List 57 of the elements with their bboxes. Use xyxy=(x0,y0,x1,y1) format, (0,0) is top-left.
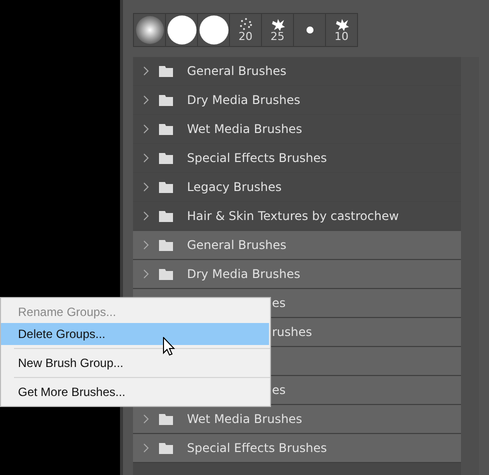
splatter-brush-icon xyxy=(334,18,348,30)
splatter-brush-icon xyxy=(270,18,284,30)
hard-brush-icon xyxy=(166,15,196,45)
folder-icon xyxy=(159,442,173,454)
group-name: Dry Media Brushes xyxy=(187,93,300,107)
group-name: General Brushes xyxy=(187,238,286,252)
group-name: rushes xyxy=(272,325,312,339)
group-name: es xyxy=(272,383,286,397)
brush-preset[interactable]: 10 xyxy=(326,14,357,46)
menu-item[interactable]: New Brush Group... xyxy=(1,352,269,374)
brush-group-row[interactable]: Wet Media Brushes xyxy=(133,405,461,434)
chevron-icon xyxy=(143,124,149,134)
hard-brush-icon xyxy=(198,15,228,45)
chevron-icon xyxy=(143,66,149,76)
group-name: Dry Media Brushes xyxy=(187,267,300,281)
dot-brush-icon xyxy=(306,26,314,34)
brush-size: 10 xyxy=(334,30,348,42)
brush-group-row[interactable]: Dry Media Brushes xyxy=(133,260,461,289)
folder-icon xyxy=(159,210,173,222)
menu-item[interactable]: Delete Groups... xyxy=(1,323,269,345)
folder-icon xyxy=(159,152,173,164)
chevron-icon xyxy=(143,240,149,250)
group-name: es xyxy=(272,296,286,310)
brush-size: 25 xyxy=(270,30,284,42)
chevron-icon xyxy=(143,443,149,453)
cursor-icon xyxy=(163,337,175,356)
group-name: Wet Media Brushes xyxy=(187,412,302,426)
group-name: Wet Media Brushes xyxy=(187,122,302,136)
folder-icon xyxy=(159,268,173,280)
folder-icon xyxy=(159,94,173,106)
brush-preset[interactable]: 25 xyxy=(262,14,294,46)
group-name: General Brushes xyxy=(187,64,286,78)
folder-icon xyxy=(159,240,173,250)
scatter-brush-icon xyxy=(238,17,252,31)
brush-preset[interactable] xyxy=(134,14,166,46)
brush-preset[interactable] xyxy=(166,14,198,46)
folder-icon xyxy=(159,182,173,192)
folder-icon xyxy=(159,124,173,134)
chevron-icon xyxy=(143,95,149,105)
brush-size: 20 xyxy=(238,31,252,43)
brush-group-row[interactable]: General Brushes xyxy=(133,231,461,260)
chevron-icon xyxy=(143,211,149,221)
chevron-icon xyxy=(143,182,149,192)
folder-icon xyxy=(159,66,173,76)
brush-group-row[interactable]: Special Effects Brushes xyxy=(133,434,461,463)
group-name: Legacy Brushes xyxy=(187,180,282,194)
brush-preset[interactable]: 20 xyxy=(230,14,262,46)
group-name: Hair & Skin Textures by castrochew xyxy=(187,209,399,223)
brush-preset[interactable] xyxy=(198,14,230,46)
chevron-icon xyxy=(143,153,149,163)
chevron-icon xyxy=(143,269,149,279)
chevron-icon xyxy=(143,414,149,424)
group-name: Special Effects Brushes xyxy=(187,441,327,455)
soft-brush-icon xyxy=(136,16,164,44)
folder-icon xyxy=(159,414,173,424)
scrollbar-track[interactable] xyxy=(461,57,479,475)
group-name: Special Effects Brushes xyxy=(187,151,327,165)
